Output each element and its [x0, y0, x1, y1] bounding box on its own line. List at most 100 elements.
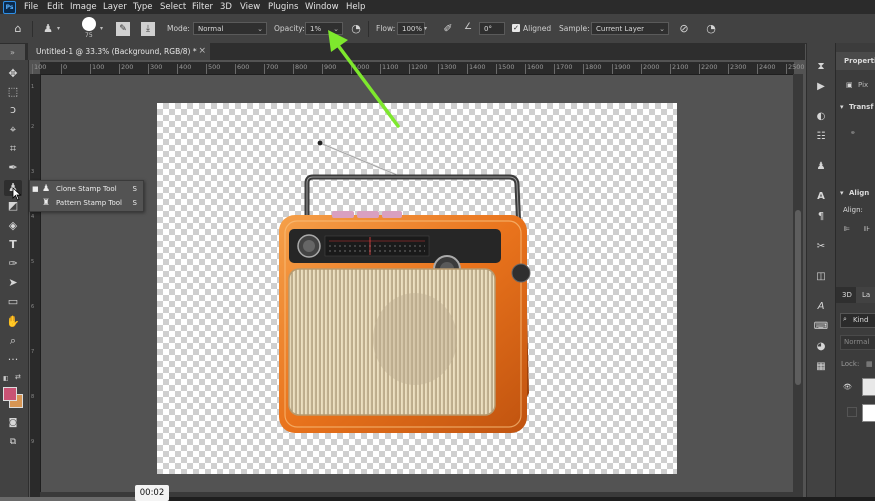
- options-bar: ⌂ ♟ ▾ 75 ▾ ✎ ⤓ Mode: Normal ⌄ Opacity: 1…: [0, 14, 875, 44]
- pen-tool-icon[interactable]: ✑: [4, 256, 22, 272]
- brushes-panel-icon[interactable]: ⌨: [813, 319, 829, 335]
- link-icon[interactable]: ⚭: [850, 129, 856, 137]
- clone-source-icon[interactable]: ⤓: [141, 22, 155, 36]
- ruler-tick-mark: [206, 64, 207, 74]
- zoom-tool-icon[interactable]: ⌕: [4, 333, 22, 349]
- photoshop-logo-icon[interactable]: Ps: [3, 1, 16, 14]
- pressure-size-icon[interactable]: ◔: [703, 21, 719, 37]
- menu-plugins[interactable]: Plugins: [268, 0, 298, 14]
- tab-layers[interactable]: La: [862, 291, 870, 299]
- paint-bucket-tool-icon[interactable]: ◈: [4, 218, 22, 234]
- pattern-stamp-tool-menu-item[interactable]: ♜ Pattern Stamp Tool S: [30, 196, 143, 210]
- collapse-toolbar-icon[interactable]: »: [0, 48, 25, 57]
- brush-preview-icon[interactable]: [82, 17, 96, 31]
- ruler-tick-mark: [554, 64, 555, 74]
- chevron-down-icon[interactable]: ▾: [840, 103, 844, 111]
- menu-type[interactable]: Type: [133, 0, 153, 14]
- move-tool-icon[interactable]: ✥: [4, 66, 22, 82]
- clone-stamp-preset-icon[interactable]: ♟: [40, 21, 56, 37]
- chevron-down-icon[interactable]: ▾: [424, 25, 427, 32]
- angle-field[interactable]: 0°: [479, 22, 505, 35]
- blend-mode-select[interactable]: Normal: [844, 338, 869, 346]
- ruler-tick-label: 500: [208, 63, 221, 71]
- layer-visibility-toggle[interactable]: [847, 407, 857, 417]
- layer-visibility-eye-icon[interactable]: 👁: [843, 383, 852, 391]
- airbrush-icon[interactable]: ✐: [440, 21, 456, 37]
- aligned-checkbox[interactable]: ✓: [512, 24, 520, 32]
- menu-view[interactable]: View: [240, 0, 260, 14]
- menu-3d[interactable]: 3D: [220, 0, 232, 14]
- vertical-ruler-tick: 5: [31, 259, 35, 265]
- default-colors-icon[interactable]: ◧: [3, 375, 9, 382]
- document-tab[interactable]: Untitled-1 @ 33.3% (Background, RGB/8) *…: [28, 43, 210, 60]
- adjustments-panel-icon[interactable]: ◐: [813, 109, 829, 125]
- layer-filter-kind[interactable]: Kind: [853, 316, 868, 324]
- ruler-tick-mark: [467, 64, 468, 74]
- chevron-down-icon[interactable]: ▾: [57, 25, 60, 32]
- tool-presets-icon[interactable]: ✂: [813, 239, 829, 255]
- align-left-icon[interactable]: ⊫: [844, 225, 850, 233]
- path-selection-tool-icon[interactable]: ➤: [4, 275, 22, 291]
- chevron-down-icon[interactable]: ▾: [100, 25, 103, 32]
- align-center-icon[interactable]: ⊪: [864, 225, 870, 233]
- eyedropper-tool-icon[interactable]: ✒: [4, 160, 22, 176]
- lasso-tool-icon[interactable]: ↄ: [4, 102, 22, 118]
- pixel-layer-icon: ▣: [846, 81, 853, 89]
- background-layer-thumbnail[interactable]: [862, 404, 875, 422]
- close-tab-icon[interactable]: ×: [198, 43, 206, 60]
- glyphs-panel-icon[interactable]: A: [813, 299, 829, 315]
- navigator-panel-icon[interactable]: ◫: [813, 269, 829, 285]
- clone-stamp-tool-menu-item[interactable]: ■ ♟ Clone Stamp Tool S: [30, 182, 143, 196]
- ruler-tick-mark: [148, 64, 149, 74]
- paragraph-panel-icon[interactable]: ¶: [813, 209, 829, 225]
- foreground-color-swatch[interactable]: [3, 387, 17, 401]
- menu-layer[interactable]: Layer: [103, 0, 127, 14]
- quick-mask-icon[interactable]: ◙: [4, 415, 22, 431]
- type-tool-icon[interactable]: T: [4, 237, 22, 253]
- tab-3d[interactable]: 3D: [842, 291, 852, 299]
- sample-select[interactable]: Current Layer ⌄: [591, 22, 669, 35]
- ruler-tick-label: 2300: [730, 63, 747, 71]
- rectangle-tool-icon[interactable]: ▭: [4, 294, 22, 310]
- pattern-stamp-tool-label: Pattern Stamp Tool: [56, 199, 122, 207]
- document-canvas[interactable]: [157, 103, 677, 474]
- libraries-panel-icon[interactable]: ◕: [813, 339, 829, 355]
- marquee-tool-icon[interactable]: ⬚: [4, 84, 22, 100]
- menu-help[interactable]: Help: [346, 0, 365, 14]
- ruler-tick-label: 2000: [643, 63, 660, 71]
- ruler-tick-label: 300: [150, 63, 163, 71]
- swap-colors-icon[interactable]: ⇄: [15, 373, 21, 381]
- character-panel-icon[interactable]: A: [813, 189, 829, 205]
- lock-transparent-icon[interactable]: ▦: [866, 360, 873, 368]
- quick-selection-tool-icon[interactable]: ⌖: [4, 122, 22, 138]
- vertical-scrollbar-thumb[interactable]: [795, 210, 801, 385]
- screen-mode-icon[interactable]: ⧉: [4, 434, 22, 450]
- search-icon: ⌕: [843, 315, 847, 323]
- actions-panel-icon[interactable]: ▶: [813, 79, 829, 95]
- chevron-down-icon[interactable]: ▾: [840, 189, 844, 197]
- menu-window[interactable]: Window: [305, 0, 339, 14]
- menu-image[interactable]: Image: [70, 0, 97, 14]
- menu-select[interactable]: Select: [160, 0, 186, 14]
- hand-tool-icon[interactable]: ✋: [4, 314, 22, 330]
- menu-edit[interactable]: Edit: [47, 0, 63, 14]
- history-panel-icon[interactable]: ⧗: [813, 59, 829, 75]
- ignore-adjustment-layers-icon[interactable]: ⊘: [676, 21, 692, 37]
- brush-settings-icon[interactable]: ✎: [116, 22, 130, 36]
- ruler-tick-label: 2200: [701, 63, 718, 71]
- home-icon[interactable]: ⌂: [10, 21, 26, 37]
- mode-select[interactable]: Normal ⌄: [193, 22, 267, 35]
- menu-filter[interactable]: Filter: [192, 0, 213, 14]
- video-progress-fill: [0, 497, 152, 501]
- vertical-ruler-tick: 1: [31, 84, 35, 90]
- properties-panel-icon[interactable]: ☷: [813, 129, 829, 145]
- swatches-panel-icon[interactable]: ▦: [813, 359, 829, 375]
- crop-tool-icon[interactable]: ⌗: [4, 141, 22, 157]
- transform-section-label: Transf: [849, 103, 874, 111]
- menu-file[interactable]: File: [24, 0, 38, 14]
- clone-source-panel-icon[interactable]: ♟: [813, 159, 829, 175]
- vertical-ruler-tick: 8: [31, 394, 35, 400]
- more-tools-icon[interactable]: ···: [4, 352, 22, 368]
- layer-thumbnail[interactable]: [862, 378, 875, 396]
- ruler-tick-label: 2500: [788, 63, 805, 71]
